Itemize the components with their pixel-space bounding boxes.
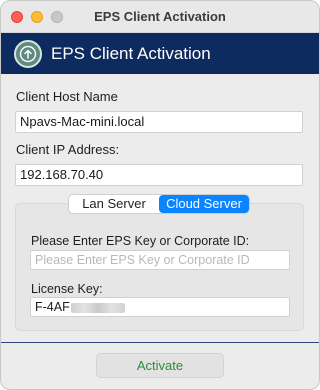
footer-divider bbox=[1, 342, 319, 343]
license-key-value: F-4AF bbox=[35, 300, 70, 314]
license-key-redacted bbox=[70, 302, 125, 313]
server-type-toggle[interactable]: Lan Server Cloud Server bbox=[68, 194, 250, 214]
client-ip-address-field[interactable]: 192.168.70.40 bbox=[15, 164, 303, 186]
title-bar[interactable]: EPS Client Activation bbox=[1, 1, 319, 33]
app-logo-icon bbox=[14, 40, 42, 68]
eps-key-label: Please Enter EPS Key or Corporate ID: bbox=[31, 234, 250, 248]
activation-window: EPS Client Activation EPS Client Activat… bbox=[0, 0, 320, 390]
activate-button[interactable]: Activate bbox=[96, 353, 224, 378]
eps-key-placeholder: Please Enter EPS Key or Corporate ID bbox=[35, 253, 250, 267]
client-ip-address-label: Client IP Address: bbox=[16, 142, 120, 157]
eps-key-input[interactable]: Please Enter EPS Key or Corporate ID bbox=[30, 250, 290, 270]
cloud-server-option[interactable]: Cloud Server bbox=[159, 195, 249, 213]
window-title: EPS Client Activation bbox=[94, 9, 226, 24]
client-host-name-label: Client Host Name bbox=[16, 89, 118, 104]
lan-server-option[interactable]: Lan Server bbox=[69, 195, 159, 213]
client-host-name-field[interactable]: Npavs-Mac-mini.local bbox=[15, 111, 303, 133]
license-key-label: License Key: bbox=[31, 282, 103, 296]
header-banner: EPS Client Activation bbox=[1, 33, 319, 74]
license-key-input[interactable]: F-4AF bbox=[30, 297, 290, 317]
banner-title: EPS Client Activation bbox=[51, 44, 211, 63]
